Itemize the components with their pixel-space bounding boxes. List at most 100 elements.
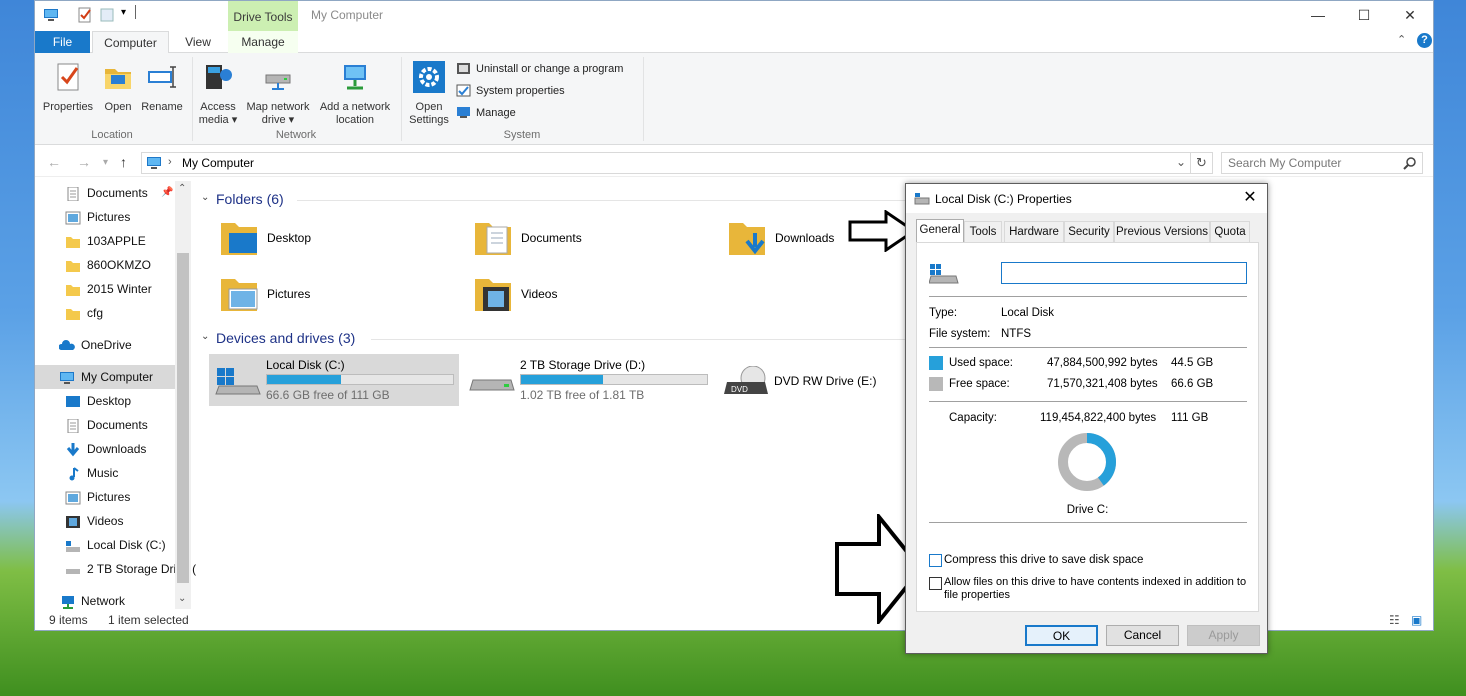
close-button[interactable]: ✕ [1387,1,1433,29]
tab-general[interactable]: General [916,219,964,243]
network-icon [62,595,74,609]
nav-scrollbar-thumb[interactable] [177,253,189,583]
free-space-label: Free space: [949,378,1010,390]
documents-icon [67,186,79,201]
filesystem-value: NTFS [1001,328,1032,340]
open-settings-button[interactable]: Open Settings [407,61,451,127]
nav-item-label: Pictures [87,210,131,224]
folder-label: Desktop [267,231,312,245]
drive-name-field[interactable] [1001,262,1247,284]
folder-icon [66,284,80,296]
uninstall-program-button[interactable]: Uninstall or change a program [456,60,623,78]
cancel-button[interactable]: Cancel [1106,625,1179,646]
forward-arrow-icon[interactable]: → [77,154,91,170]
search-input[interactable] [1228,155,1398,171]
drive-usage-bar [520,374,708,385]
folder-desktop[interactable]: Desktop [209,217,459,267]
collapse-chevron-icon[interactable]: ⌄ [201,331,209,342]
address-bar[interactable]: › My Computer ⌄ ↻ [141,152,1213,174]
local-disk-icon [215,368,261,395]
drive-local-disk-c[interactable]: Local Disk (C:) 66.6 GB free of 111 GB [209,354,459,406]
index-label-line1[interactable]: Allow files on this drive to have conten… [944,576,1246,588]
drive-dvd-e[interactable]: DVD DVD RW Drive (E:) [717,354,917,406]
address-dropdown-icon[interactable]: ⌄ [1176,155,1186,169]
folder-videos[interactable]: Videos [463,273,713,323]
drive-icon [66,568,80,574]
refresh-icon[interactable]: ↻ [1190,153,1212,173]
nav-item-onedrive[interactable]: OneDrive [59,333,191,357]
compress-label[interactable]: Compress this drive to save disk space [944,554,1143,566]
open-button[interactable]: Open [97,61,139,114]
search-box[interactable] [1221,152,1423,174]
drive-name: DVD RW Drive (E:) [774,374,877,388]
recent-dropdown-icon[interactable]: ▾ [103,157,108,168]
access-media-button[interactable]: Access media ▾ [197,61,239,127]
maximize-button[interactable]: ☐ [1341,1,1387,29]
nav-item-network[interactable]: Network [59,589,191,613]
dialog-close-button[interactable]: ✕ [1233,184,1267,213]
manage-button[interactable]: Manage [456,104,516,122]
apply-button[interactable]: Apply [1187,625,1260,646]
free-space-swatch [929,377,943,391]
title-bar: ▾ Drive Tools My Computer — ☐ ✕ [35,1,1433,31]
index-checkbox[interactable] [929,577,942,590]
compress-checkbox[interactable] [929,554,942,567]
search-icon[interactable] [1403,157,1416,170]
open-folder-icon [105,69,131,89]
drive-name: Local Disk (C:) [266,358,345,372]
computer-icon[interactable] [43,7,59,23]
scroll-down-arrow-icon[interactable]: ⌄ [178,593,186,604]
nav-item-my-computer[interactable]: My Computer [35,365,175,389]
tab-computer[interactable]: Computer [92,31,169,54]
system-properties-button[interactable]: System properties [456,82,565,100]
up-arrow-icon[interactable]: ↑ [120,154,127,170]
add-network-location-button[interactable]: Add a network location [315,61,395,127]
back-arrow-icon[interactable]: ← [47,154,61,170]
folder-documents[interactable]: Documents [463,217,713,267]
tab-quota[interactable]: Quota [1210,221,1250,242]
map-network-drive-button[interactable]: Map network drive ▾ [241,61,315,127]
uninstall-icon [457,63,470,74]
type-value: Local Disk [1001,307,1055,319]
properties-dialog: Local Disk (C:) Properties ✕ General Too… [905,183,1268,654]
network-drive-icon [265,74,291,90]
details-view-icon[interactable]: ☷ [1389,613,1400,627]
breadcrumb[interactable]: My Computer [182,156,254,170]
tab-previous-versions[interactable]: Previous Versions [1114,221,1210,242]
devices-heading[interactable]: Devices and drives (3) [216,330,355,346]
new-folder-qat-icon[interactable] [99,7,115,23]
qat-dropdown-icon[interactable]: ▾ [121,7,126,18]
tab-view[interactable]: View [173,31,223,53]
drive-free-text: 66.6 GB free of 111 GB [266,388,390,402]
folders-heading[interactable]: Folders (6) [216,191,284,207]
properties-button[interactable]: Properties [39,61,97,114]
tab-tools[interactable]: Tools [964,221,1002,242]
access-media-icon [206,65,232,89]
folder-label: Downloads [775,231,835,245]
collapse-chevron-icon[interactable]: ⌄ [201,192,209,203]
folder-label: Pictures [267,287,311,301]
system-properties-icon [456,84,471,97]
system-properties-label: System properties [476,85,565,97]
minimize-button[interactable]: — [1295,1,1341,29]
help-icon[interactable]: ? [1417,33,1432,48]
nav-item-label: Music [87,466,119,480]
tab-manage[interactable]: Manage [228,31,298,53]
properties-qat-icon[interactable] [77,7,93,23]
ribbon-separator [192,57,193,141]
capacity-label: Capacity: [949,412,997,424]
tab-file[interactable]: File [35,31,90,53]
collapse-ribbon-icon[interactable]: ⌃ [1397,33,1406,46]
tab-security[interactable]: Security [1064,221,1114,242]
folder-pictures[interactable]: Pictures [209,273,459,323]
nav-item-label: Desktop [87,394,132,408]
drive-storage-d[interactable]: 2 TB Storage Drive (D:) 1.02 TB free of … [463,354,713,406]
rename-button[interactable]: Rename [139,61,185,114]
scroll-up-arrow-icon[interactable]: ⌃ [178,183,186,194]
ok-button[interactable]: OK [1025,625,1098,646]
large-icons-view-icon[interactable]: ▣ [1411,613,1422,627]
index-label-line2[interactable]: file properties [944,589,1010,601]
drive-name: 2 TB Storage Drive (D:) [520,358,646,372]
tab-hardware[interactable]: Hardware [1004,221,1064,242]
videos-folder-icon [475,279,511,311]
